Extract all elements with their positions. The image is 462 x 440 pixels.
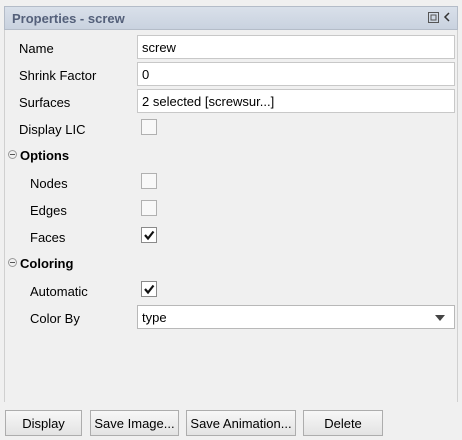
coloring-title: Coloring	[20, 256, 74, 271]
automatic-label: Automatic	[30, 284, 88, 299]
display-button[interactable]: Display	[5, 410, 82, 436]
faces-row: Faces	[5, 224, 459, 250]
collapse-coloring-icon[interactable]	[8, 258, 17, 267]
color-by-value: type	[142, 310, 167, 325]
shrink-factor-field[interactable]: 0	[137, 62, 455, 86]
name-label: Name	[19, 41, 54, 56]
surfaces-field[interactable]: 2 selected [screwsur...]	[137, 89, 455, 113]
surfaces-label: Surfaces	[19, 95, 71, 110]
delete-button[interactable]: Delete	[303, 410, 383, 436]
shrink-factor-row: Shrink Factor 0	[5, 62, 459, 88]
edges-checkbox[interactable]	[141, 200, 157, 216]
faces-label: Faces	[30, 230, 66, 245]
display-lic-row: Display LIC	[5, 116, 459, 142]
undock-icon[interactable]	[427, 10, 439, 24]
shrink-factor-label: Shrink Factor	[19, 68, 97, 83]
options-title: Options	[20, 148, 70, 163]
panel-title-bar: Properties - screw	[4, 6, 458, 30]
name-row: Name screw	[5, 35, 459, 61]
save-animation-button[interactable]: Save Animation...	[186, 410, 296, 436]
surfaces-row: Surfaces 2 selected [screwsur...]	[5, 89, 459, 115]
collapse-options-icon[interactable]	[8, 150, 17, 159]
save-image-button[interactable]: Save Image...	[90, 410, 179, 436]
color-by-row: Color By type	[5, 305, 459, 331]
chevron-down-icon	[435, 315, 445, 321]
check-icon	[144, 284, 155, 295]
check-icon	[144, 230, 155, 241]
coloring-section-header[interactable]: Coloring	[5, 251, 459, 277]
display-lic-checkbox[interactable]	[141, 119, 157, 135]
color-by-label: Color By	[30, 311, 80, 326]
nodes-row: Nodes	[5, 170, 459, 196]
panel-title: Properties - screw	[12, 11, 125, 26]
options-section-header[interactable]: Options	[5, 143, 459, 169]
edges-row: Edges	[5, 197, 459, 223]
color-by-select[interactable]: type	[137, 305, 455, 329]
nodes-checkbox[interactable]	[141, 173, 157, 189]
automatic-row: Automatic	[5, 278, 459, 304]
nodes-label: Nodes	[30, 176, 68, 191]
chevron-left-icon[interactable]	[441, 10, 453, 24]
properties-panel: Name screw Shrink Factor 0 Surfaces 2 se…	[4, 30, 458, 402]
edges-label: Edges	[30, 203, 67, 218]
display-lic-label: Display LIC	[19, 122, 86, 137]
automatic-checkbox[interactable]	[141, 281, 157, 297]
name-field[interactable]: screw	[137, 35, 455, 59]
faces-checkbox[interactable]	[141, 227, 157, 243]
